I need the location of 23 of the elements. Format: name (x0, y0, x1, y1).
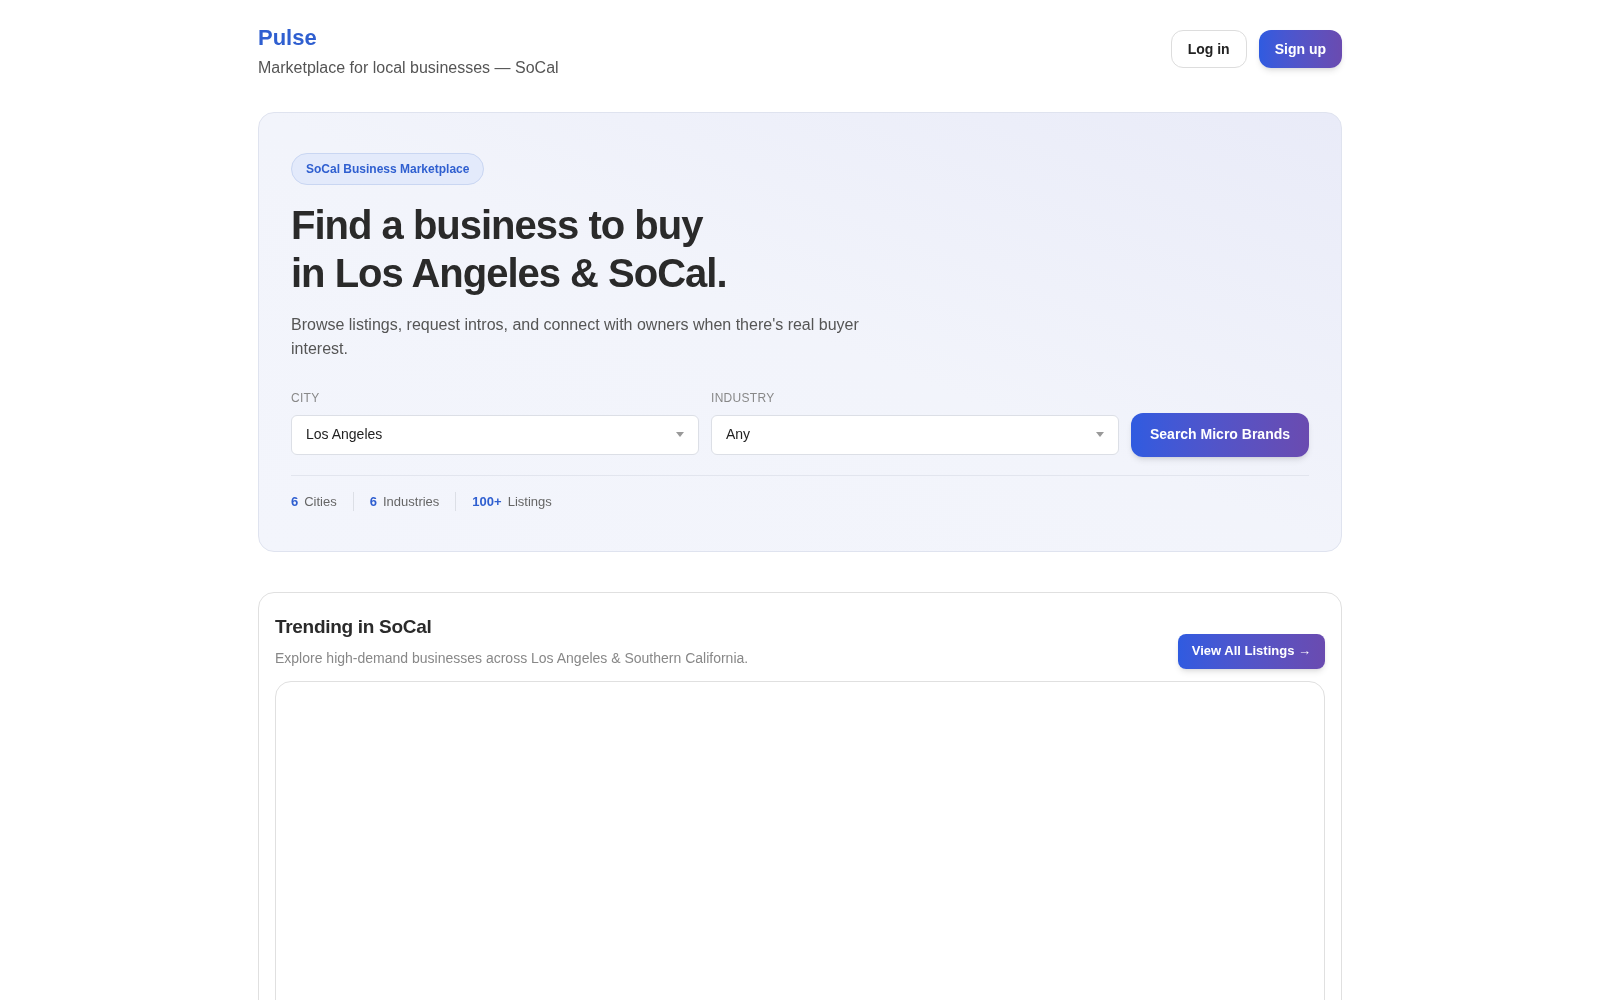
hero-heading: Find a business to buy in Los Angeles & SoCal. (291, 201, 728, 297)
stat-value: 6 (369, 492, 377, 511)
stat-label: Industries (383, 492, 440, 511)
filter-label: INDUSTRY (711, 389, 776, 407)
select-field[interactable]: Los Angeles (291, 414, 699, 455)
brand-logo[interactable]: Pulse (258, 24, 559, 52)
signup-button[interactable]: Sign up (1258, 30, 1342, 68)
stat-label: Listings (507, 492, 552, 511)
hero-description: Browse listings, request intros, and connect with owners when there's real buyer interest. (291, 314, 860, 359)
search-button[interactable]: Search Micro Brands (1131, 412, 1309, 457)
badge: SoCal Business Marketplace (291, 152, 485, 185)
stat-value: 100+ (472, 492, 502, 511)
filter-label: CITY (291, 389, 321, 407)
view-all-button[interactable]: View All Listings → (1177, 633, 1325, 669)
login-button[interactable]: Log in (1170, 30, 1247, 68)
section-heading: Trending in SoCal (275, 615, 433, 639)
select-field[interactable]: Any (711, 414, 1119, 455)
stat-value: 6 (291, 492, 299, 511)
brand-tagline: Marketplace for local businesses — SoCal (258, 57, 559, 78)
caret-icon (1096, 432, 1104, 437)
section-subtitle: Explore high-demand businesses across Los Angeles & Southern California. (275, 648, 749, 668)
caret-icon (676, 432, 684, 437)
stat-label: Cities (304, 492, 337, 511)
